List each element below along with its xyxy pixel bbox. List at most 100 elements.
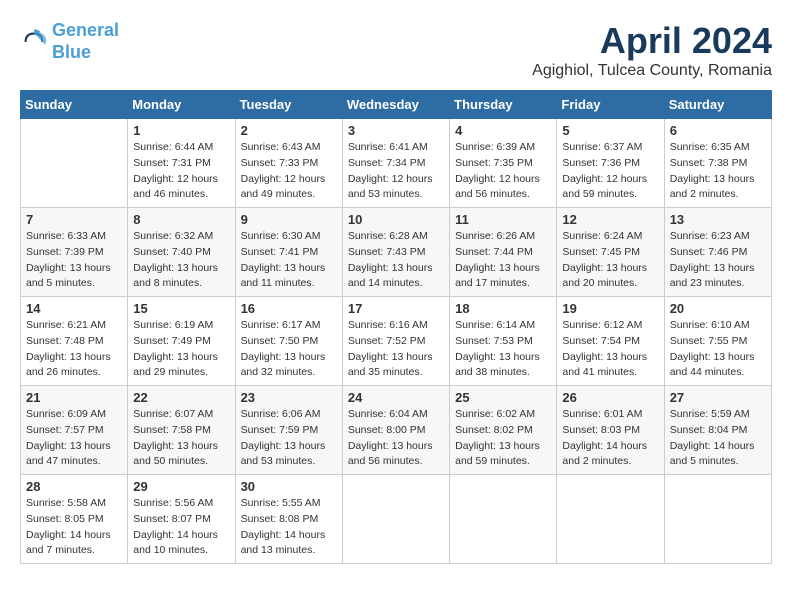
day-cell: 30 Sunrise: 5:55 AM Sunset: 8:08 PM Dayli… [235,475,342,564]
day-info: Sunrise: 6:44 AM Sunset: 7:31 PM Dayligh… [133,140,229,203]
day-number: 15 [133,301,229,316]
header-saturday: Saturday [664,91,771,119]
day-cell: 7 Sunrise: 6:33 AM Sunset: 7:39 PM Daylig… [21,208,128,297]
day-number: 25 [455,390,551,405]
day-info: Sunrise: 6:39 AM Sunset: 7:35 PM Dayligh… [455,140,551,203]
day-info: Sunrise: 6:24 AM Sunset: 7:45 PM Dayligh… [562,229,658,292]
day-number: 17 [348,301,444,316]
day-info: Sunrise: 6:09 AM Sunset: 7:57 PM Dayligh… [26,407,122,470]
day-info: Sunrise: 6:06 AM Sunset: 7:59 PM Dayligh… [241,407,337,470]
day-info: Sunrise: 6:19 AM Sunset: 7:49 PM Dayligh… [133,318,229,381]
day-number: 20 [670,301,766,316]
day-number: 24 [348,390,444,405]
week-row-2: 7 Sunrise: 6:33 AM Sunset: 7:39 PM Daylig… [21,208,772,297]
day-info: Sunrise: 6:07 AM Sunset: 7:58 PM Dayligh… [133,407,229,470]
day-cell: 10Sunrise: 6:28 AM Sunset: 7:43 PM Dayli… [342,208,449,297]
day-cell: 19Sunrise: 6:12 AM Sunset: 7:54 PM Dayli… [557,297,664,386]
day-number: 23 [241,390,337,405]
day-number: 8 [133,212,229,227]
page-subtitle: Agighiol, Tulcea County, Romania [532,62,772,80]
week-row-5: 28 Sunrise: 5:58 AM Sunset: 8:05 PM Dayli… [21,475,772,564]
week-row-1: 1 Sunrise: 6:44 AM Sunset: 7:31 PM Daylig… [21,119,772,208]
day-cell: 26 Sunrise: 6:01 AM Sunset: 8:03 PM Dayli… [557,386,664,475]
day-cell: 1 Sunrise: 6:44 AM Sunset: 7:31 PM Daylig… [128,119,235,208]
day-number: 13 [670,212,766,227]
day-cell: 4 Sunrise: 6:39 AM Sunset: 7:35 PM Daylig… [450,119,557,208]
day-cell: 8 Sunrise: 6:32 AM Sunset: 7:40 PM Daylig… [128,208,235,297]
calendar-table: SundayMondayTuesdayWednesdayThursdayFrid… [20,90,772,564]
week-row-4: 21 Sunrise: 6:09 AM Sunset: 7:57 PM Dayli… [21,386,772,475]
day-cell: 18Sunrise: 6:14 AM Sunset: 7:53 PM Dayli… [450,297,557,386]
day-cell [342,475,449,564]
day-info: Sunrise: 6:35 AM Sunset: 7:38 PM Dayligh… [670,140,766,203]
day-cell: 2 Sunrise: 6:43 AM Sunset: 7:33 PM Daylig… [235,119,342,208]
day-number: 29 [133,479,229,494]
day-number: 4 [455,123,551,138]
day-info: Sunrise: 6:28 AM Sunset: 7:43 PM Dayligh… [348,229,444,292]
day-cell: 23 Sunrise: 6:06 AM Sunset: 7:59 PM Dayli… [235,386,342,475]
header-tuesday: Tuesday [235,91,342,119]
day-number: 14 [26,301,122,316]
title-area: April 2024 Agighiol, Tulcea County, Roma… [532,20,772,80]
page-title: April 2024 [532,20,772,62]
day-number: 12 [562,212,658,227]
day-cell: 25 Sunrise: 6:02 AM Sunset: 8:02 PM Dayli… [450,386,557,475]
day-info: Sunrise: 6:21 AM Sunset: 7:48 PM Dayligh… [26,318,122,381]
day-cell: 6 Sunrise: 6:35 AM Sunset: 7:38 PM Daylig… [664,119,771,208]
day-cell: 16 Sunrise: 6:17 AM Sunset: 7:50 PM Dayli… [235,297,342,386]
day-info: Sunrise: 5:58 AM Sunset: 8:05 PM Dayligh… [26,496,122,559]
logo-name: General Blue [52,20,119,63]
day-info: Sunrise: 6:32 AM Sunset: 7:40 PM Dayligh… [133,229,229,292]
day-cell: 29Sunrise: 5:56 AM Sunset: 8:07 PM Dayli… [128,475,235,564]
header-thursday: Thursday [450,91,557,119]
day-number: 28 [26,479,122,494]
day-info: Sunrise: 6:26 AM Sunset: 7:44 PM Dayligh… [455,229,551,292]
day-cell: 22Sunrise: 6:07 AM Sunset: 7:58 PM Dayli… [128,386,235,475]
day-number: 19 [562,301,658,316]
day-number: 6 [670,123,766,138]
day-cell: 15 Sunrise: 6:19 AM Sunset: 7:49 PM Dayli… [128,297,235,386]
day-number: 2 [241,123,337,138]
day-info: Sunrise: 6:10 AM Sunset: 7:55 PM Dayligh… [670,318,766,381]
week-row-3: 14 Sunrise: 6:21 AM Sunset: 7:48 PM Dayli… [21,297,772,386]
day-cell: 20 Sunrise: 6:10 AM Sunset: 7:55 PM Dayli… [664,297,771,386]
day-info: Sunrise: 6:33 AM Sunset: 7:39 PM Dayligh… [26,229,122,292]
day-cell: 24 Sunrise: 6:04 AM Sunset: 8:00 PM Dayli… [342,386,449,475]
day-info: Sunrise: 6:04 AM Sunset: 8:00 PM Dayligh… [348,407,444,470]
day-info: Sunrise: 5:55 AM Sunset: 8:08 PM Dayligh… [241,496,337,559]
day-cell: 17 Sunrise: 6:16 AM Sunset: 7:52 PM Dayli… [342,297,449,386]
day-number: 27 [670,390,766,405]
day-cell: 28 Sunrise: 5:58 AM Sunset: 8:05 PM Dayli… [21,475,128,564]
day-cell: 27 Sunrise: 5:59 AM Sunset: 8:04 PM Dayli… [664,386,771,475]
day-info: Sunrise: 6:16 AM Sunset: 7:52 PM Dayligh… [348,318,444,381]
header-monday: Monday [128,91,235,119]
logo-icon [20,28,48,56]
day-info: Sunrise: 6:17 AM Sunset: 7:50 PM Dayligh… [241,318,337,381]
day-number: 3 [348,123,444,138]
header-sunday: Sunday [21,91,128,119]
day-cell: 11 Sunrise: 6:26 AM Sunset: 7:44 PM Dayli… [450,208,557,297]
day-info: Sunrise: 6:01 AM Sunset: 8:03 PM Dayligh… [562,407,658,470]
day-cell [664,475,771,564]
day-cell: 5Sunrise: 6:37 AM Sunset: 7:36 PM Daylig… [557,119,664,208]
day-number: 1 [133,123,229,138]
day-number: 30 [241,479,337,494]
day-cell: 9Sunrise: 6:30 AM Sunset: 7:41 PM Daylig… [235,208,342,297]
day-info: Sunrise: 5:59 AM Sunset: 8:04 PM Dayligh… [670,407,766,470]
day-info: Sunrise: 6:23 AM Sunset: 7:46 PM Dayligh… [670,229,766,292]
day-number: 11 [455,212,551,227]
day-info: Sunrise: 6:41 AM Sunset: 7:34 PM Dayligh… [348,140,444,203]
day-info: Sunrise: 6:37 AM Sunset: 7:36 PM Dayligh… [562,140,658,203]
day-number: 26 [562,390,658,405]
day-info: Sunrise: 6:14 AM Sunset: 7:53 PM Dayligh… [455,318,551,381]
day-info: Sunrise: 6:02 AM Sunset: 8:02 PM Dayligh… [455,407,551,470]
header-friday: Friday [557,91,664,119]
day-number: 7 [26,212,122,227]
day-number: 16 [241,301,337,316]
day-info: Sunrise: 6:43 AM Sunset: 7:33 PM Dayligh… [241,140,337,203]
day-cell [450,475,557,564]
day-info: Sunrise: 6:30 AM Sunset: 7:41 PM Dayligh… [241,229,337,292]
day-number: 21 [26,390,122,405]
calendar-header-row: SundayMondayTuesdayWednesdayThursdayFrid… [21,91,772,119]
day-cell: 3 Sunrise: 6:41 AM Sunset: 7:34 PM Daylig… [342,119,449,208]
